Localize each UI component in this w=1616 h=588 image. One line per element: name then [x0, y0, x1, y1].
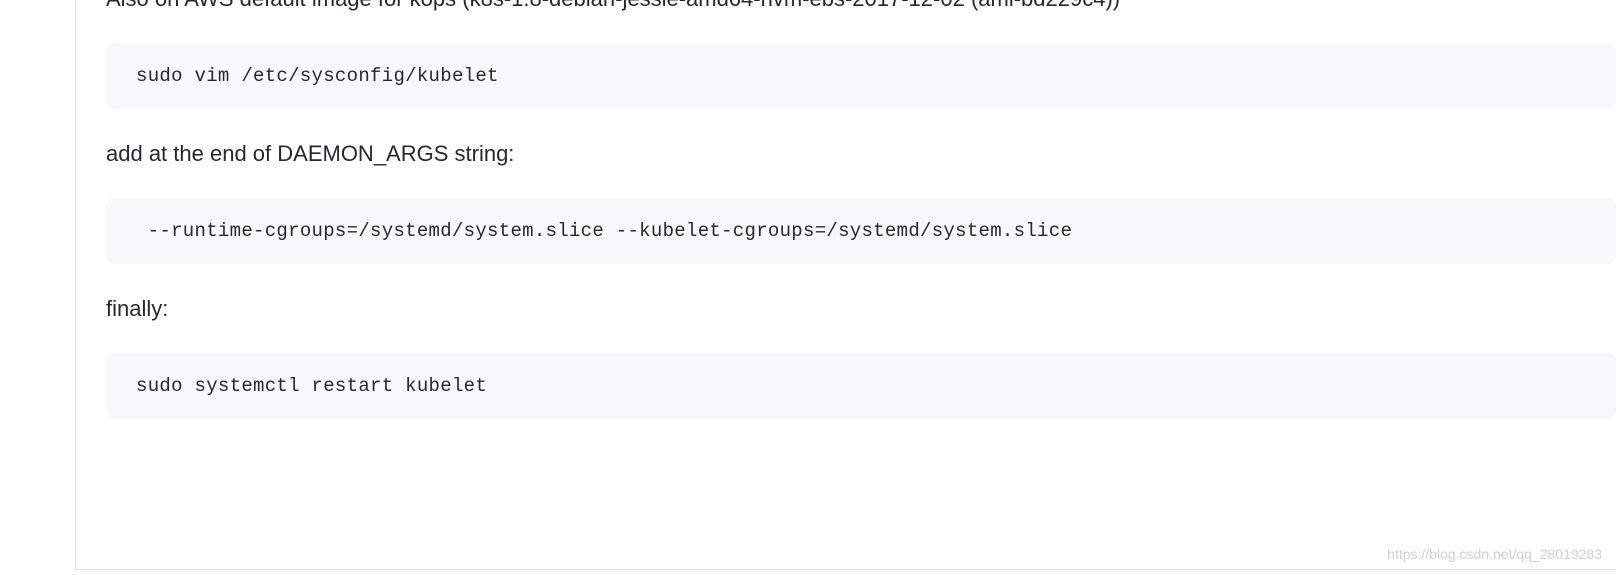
code-block-2[interactable]: --runtime-cgroups=/systemd/system.slice … — [106, 198, 1616, 264]
paragraph-2: finally: — [106, 292, 1616, 325]
article-container: Also on AWS default image for kops (k8s-… — [75, 0, 1616, 570]
code-content-1: sudo vim /etc/sysconfig/kubelet — [136, 65, 499, 87]
cutoff-paragraph: Also on AWS default image for kops (k8s-… — [106, 0, 1616, 15]
code-content-2: --runtime-cgroups=/systemd/system.slice … — [136, 220, 1072, 242]
code-block-3[interactable]: sudo systemctl restart kubelet — [106, 353, 1616, 419]
paragraph-1: add at the end of DAEMON_ARGS string: — [106, 137, 1616, 170]
code-content-3: sudo systemctl restart kubelet — [136, 375, 487, 397]
code-block-1[interactable]: sudo vim /etc/sysconfig/kubelet — [106, 43, 1616, 109]
bottom-border — [75, 569, 1616, 570]
